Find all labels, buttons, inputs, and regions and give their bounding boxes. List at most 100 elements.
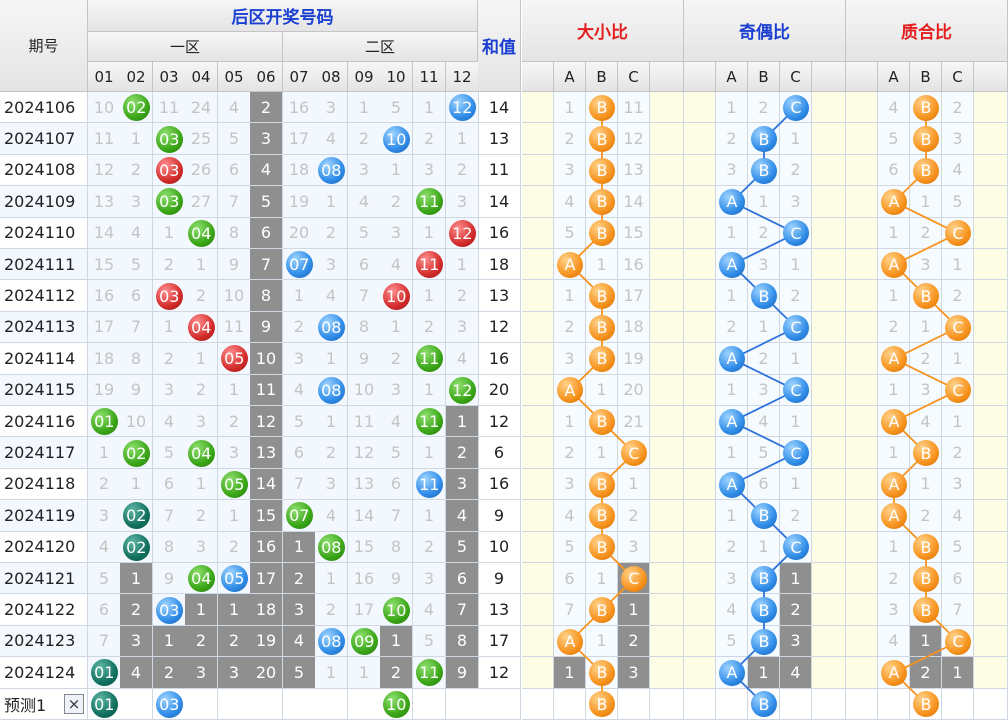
predict-abc-cell[interactable] — [878, 688, 910, 720]
number-cell: 1 — [446, 249, 479, 281]
size-abc-cell: 1 — [554, 280, 586, 312]
parity-abc-cell: 1 — [748, 186, 780, 218]
number-cell: 6 — [153, 468, 186, 501]
number-cell: 13 — [88, 186, 121, 218]
prime-abc-cell: 1 — [910, 186, 942, 218]
parity-ratio-ball: A — [719, 188, 745, 215]
prime-abc-cell: 1 — [878, 437, 910, 469]
predicted-number-ball[interactable]: 03 — [155, 690, 183, 718]
predict-abc-cell[interactable] — [942, 688, 974, 720]
number-cell: 15 — [348, 531, 381, 563]
drawn-number-ball: 10 — [382, 125, 410, 153]
predict-number-cell[interactable] — [250, 688, 283, 720]
number-cell: 5 — [218, 123, 251, 155]
drawn-number-ball: 08 — [317, 157, 345, 184]
predicted-number-ball[interactable]: 10 — [382, 690, 410, 718]
number-cell: 4 — [283, 374, 316, 406]
prime-abc-cell: 1 — [878, 374, 910, 406]
prime-abc-cell: 2 — [942, 437, 974, 469]
number-cell: 3 — [315, 92, 348, 124]
spacer-cell — [812, 657, 846, 689]
predict-abc-cell[interactable] — [716, 688, 748, 720]
number-column-header: 04 — [185, 62, 218, 92]
predict-number-cell[interactable] — [413, 688, 446, 720]
spacer-cell — [974, 468, 1008, 501]
number-cell: 1 — [446, 406, 479, 438]
number-cell: 12 — [348, 437, 381, 469]
size-abc-cell: 5 — [554, 217, 586, 249]
spacer-cell — [684, 531, 716, 563]
number-cell: 1 — [153, 625, 186, 658]
prime-ratio-ball: B — [913, 126, 939, 153]
prime-ratio-ball: B — [913, 597, 939, 624]
zone1-header: 一区 — [88, 32, 283, 62]
sum-cell: 16 — [478, 343, 521, 375]
number-cell: 1 — [88, 437, 121, 469]
predict-number-cell[interactable] — [315, 688, 348, 720]
number-cell: 1 — [380, 154, 413, 187]
predict-number-cell[interactable] — [446, 688, 479, 720]
number-cell: 1 — [153, 311, 186, 344]
predict-number-cell[interactable] — [283, 688, 316, 720]
prime-abc-cell: 1 — [910, 625, 942, 658]
number-cell: 1 — [185, 343, 218, 375]
parity-abc-cell: 3 — [716, 154, 748, 187]
number-cell: 3 — [446, 311, 479, 344]
predict-number-cell[interactable] — [120, 688, 153, 720]
number-cell: 2 — [413, 531, 446, 563]
number-cell: 2 — [153, 343, 186, 375]
predict-number-cell[interactable] — [218, 688, 251, 720]
prime-ratio-ball: C — [945, 628, 971, 655]
period-cell: 2024124 — [0, 657, 88, 689]
spacer-cell — [684, 92, 716, 124]
number-cell: 3 — [250, 123, 283, 155]
spacer-cell — [846, 186, 878, 218]
predict-number-cell[interactable] — [185, 688, 218, 720]
spacer-cell — [650, 437, 684, 469]
number-cell: 18 — [250, 594, 283, 626]
number-cell: 7 — [120, 311, 153, 344]
spacer-cell — [812, 563, 846, 595]
predict-abc-cell[interactable] — [554, 688, 586, 720]
spacer-cell — [522, 343, 554, 375]
number-cell: 2 — [380, 343, 413, 375]
drawn-number-ball: 08 — [317, 314, 345, 341]
size-ratio-ball: A — [557, 628, 583, 655]
number-cell: 4 — [218, 92, 251, 124]
size-abc-cell: 1 — [586, 249, 618, 281]
spacer-cell — [522, 311, 554, 344]
number-cell: 16 — [88, 280, 121, 312]
predict-abc-cell[interactable] — [780, 688, 812, 720]
number-cell: 5 — [250, 186, 283, 218]
number-cell: 1 — [315, 657, 348, 689]
number-cell: 2 — [446, 437, 479, 469]
parity-abc-cell: 1 — [780, 343, 812, 375]
number-cell: 14 — [348, 500, 381, 532]
sum-cell: 17 — [478, 625, 521, 658]
spacer-cell — [650, 563, 684, 595]
number-cell: 17 — [88, 311, 121, 344]
predicted-number-ball[interactable]: 01 — [90, 690, 118, 718]
spacer-cell — [650, 594, 684, 626]
predict-abc-cell[interactable] — [618, 688, 650, 720]
number-cell: 11 — [250, 374, 283, 406]
number-cell: 3 — [283, 594, 316, 626]
spacer-cell — [846, 249, 878, 281]
spacer-cell — [846, 563, 878, 595]
spacer-cell — [522, 594, 554, 626]
number-cell: 5 — [380, 92, 413, 124]
number-cell: 17 — [283, 123, 316, 155]
predict-number-cell[interactable] — [348, 688, 381, 720]
spacer-cell — [812, 186, 846, 218]
parity-ratio-ball: A — [719, 251, 745, 278]
spacer-cell — [974, 123, 1008, 155]
drawn-number-ball: 05 — [220, 471, 248, 498]
period-cell: 2024120 — [0, 531, 88, 563]
prime-abc-cell: 1 — [942, 657, 974, 689]
parity-ratio-ball: C — [783, 314, 809, 341]
prime-ratio-ball: B — [913, 283, 939, 310]
close-predict-button[interactable]: × — [64, 693, 84, 714]
size-abc-cell: 3 — [618, 531, 650, 563]
spacer-cell — [684, 311, 716, 344]
size-abc-cell: 1 — [586, 625, 618, 658]
